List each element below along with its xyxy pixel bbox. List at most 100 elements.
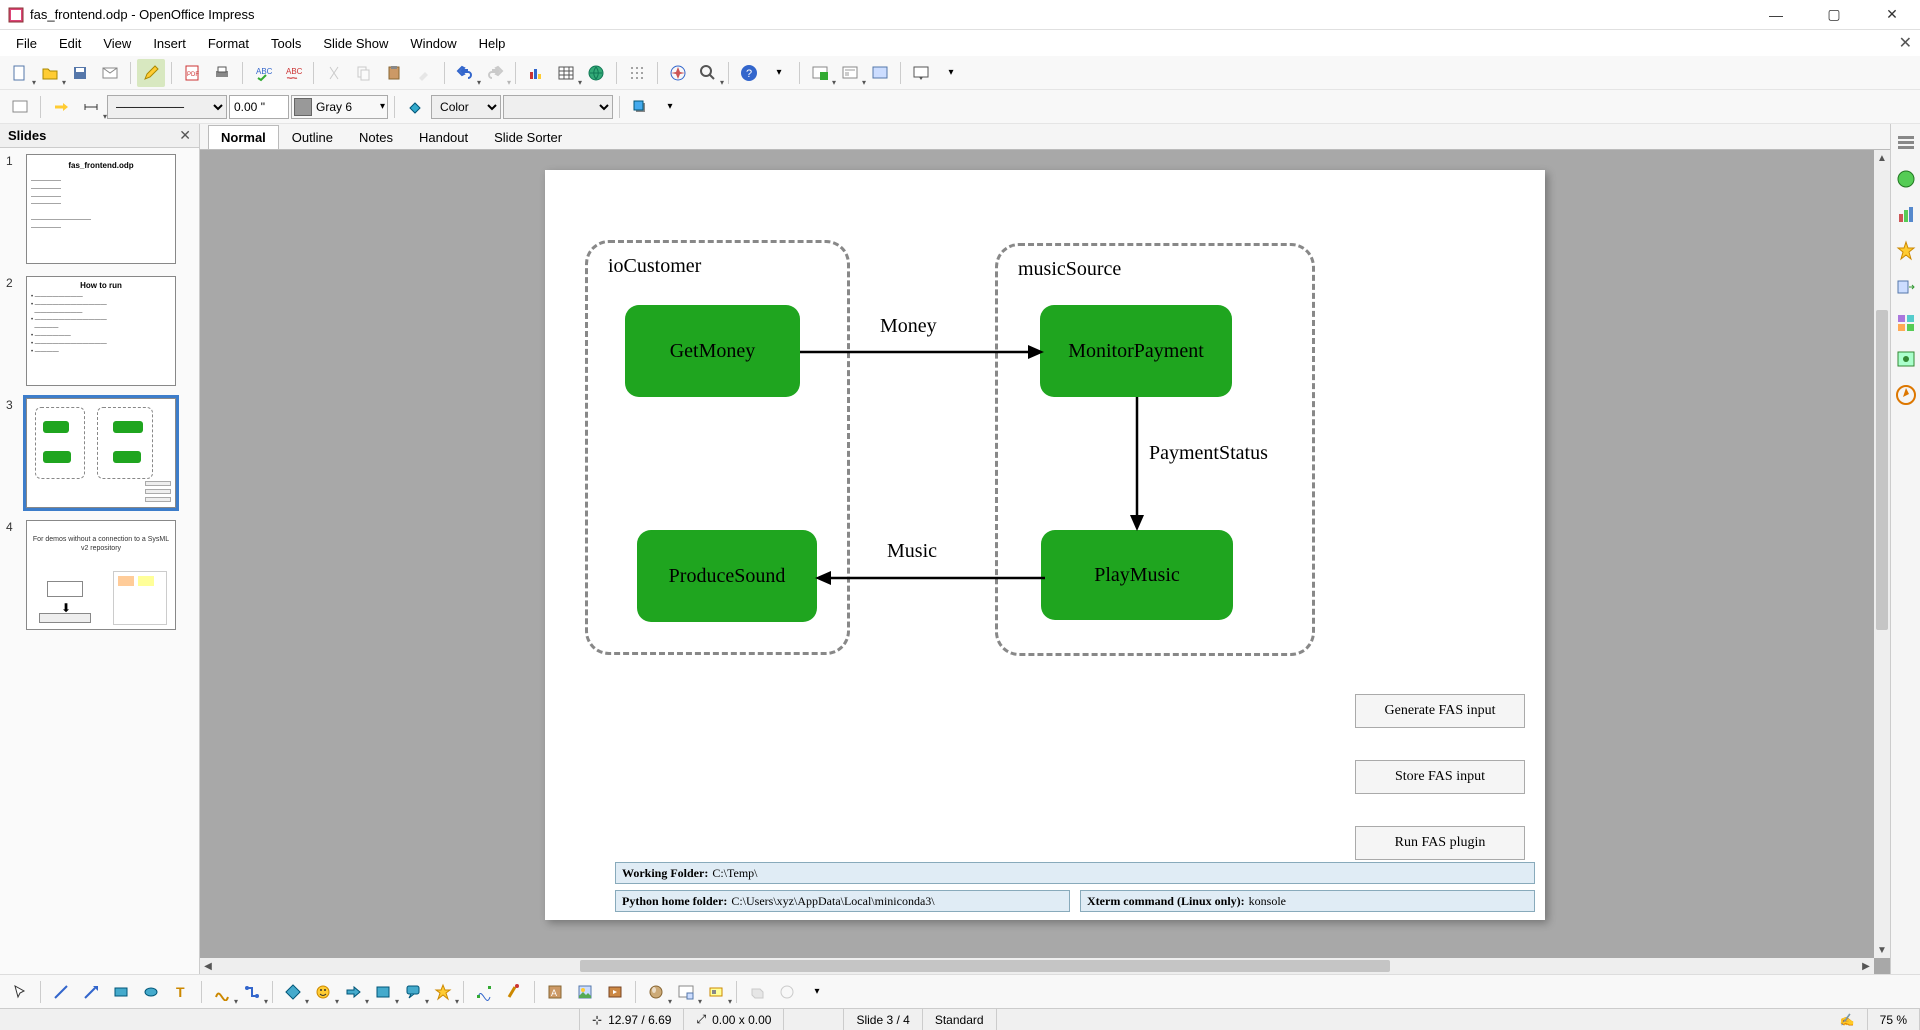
3d-objects-tool[interactable] — [642, 978, 670, 1006]
horizontal-scrollbar[interactable]: ◀ ▶ — [200, 958, 1874, 974]
hyperlink-button[interactable] — [582, 59, 610, 87]
line-tool[interactable] — [47, 978, 75, 1006]
slide-thumb-4[interactable]: For demos without a connection to a SysM… — [26, 520, 176, 630]
menu-edit[interactable]: Edit — [49, 33, 91, 54]
menu-file[interactable]: File — [6, 33, 47, 54]
scroll-thumb[interactable] — [580, 960, 1390, 972]
toolbar2-overflow[interactable]: ▾ — [656, 93, 684, 121]
slide-thumb-1[interactable]: fas_frontend.odp ———————————————————————… — [26, 154, 176, 264]
minimize-button[interactable]: ― — [1756, 3, 1796, 27]
undo-button[interactable] — [451, 59, 479, 87]
arrow-style-button[interactable] — [6, 93, 34, 121]
node-producesound[interactable]: ProduceSound — [637, 530, 817, 622]
line-color-dropdown[interactable]: ▾ — [380, 101, 385, 112]
fill-mode-select[interactable]: Color — [431, 95, 501, 119]
toolbar-overflow2[interactable]: ▾ — [937, 59, 965, 87]
curve-tool[interactable] — [208, 978, 236, 1006]
tab-notes[interactable]: Notes — [346, 125, 406, 149]
gluepoints-tool[interactable] — [500, 978, 528, 1006]
tab-normal[interactable]: Normal — [208, 125, 279, 149]
tab-handout[interactable]: Handout — [406, 125, 481, 149]
save-button[interactable] — [66, 59, 94, 87]
block-arrows-tool[interactable] — [339, 978, 367, 1006]
fill-color-select[interactable] — [503, 95, 613, 119]
rectangle-tool[interactable] — [107, 978, 135, 1006]
slide-transition-icon[interactable] — [1895, 276, 1917, 298]
interaction-tool[interactable] — [773, 978, 801, 1006]
symbol-shapes-tool[interactable] — [309, 978, 337, 1006]
basic-shapes-tool[interactable] — [279, 978, 307, 1006]
slides-panel-close[interactable]: ✕ — [179, 127, 191, 144]
generate-fas-button[interactable]: Generate FAS input — [1355, 694, 1525, 728]
paste-button[interactable] — [380, 59, 408, 87]
menu-slideshow[interactable]: Slide Show — [313, 33, 398, 54]
slide-layout-button[interactable] — [836, 59, 864, 87]
properties-icon[interactable] — [1895, 132, 1917, 154]
gallery-icon[interactable] — [1895, 168, 1917, 190]
store-fas-button[interactable]: Store FAS input — [1355, 760, 1525, 794]
arrow-ends-button[interactable] — [77, 93, 105, 121]
slide-page[interactable]: ioCustomer musicSource GetMoney MonitorP… — [545, 170, 1545, 920]
table-button[interactable] — [552, 59, 580, 87]
bottombar-overflow[interactable]: ▾ — [803, 978, 831, 1006]
connector-tool[interactable] — [238, 978, 266, 1006]
line-endings-button[interactable] — [47, 93, 75, 121]
tab-outline[interactable]: Outline — [279, 125, 346, 149]
from-file-tool[interactable] — [571, 978, 599, 1006]
menu-tools[interactable]: Tools — [261, 33, 311, 54]
node-getmoney[interactable]: GetMoney — [625, 305, 800, 397]
scroll-down-icon[interactable]: ▼ — [1874, 942, 1890, 958]
extrusion-tool[interactable] — [743, 978, 771, 1006]
tab-slide-sorter[interactable]: Slide Sorter — [481, 125, 575, 149]
navigator-button[interactable] — [664, 59, 692, 87]
zoom-button[interactable] — [694, 59, 722, 87]
document-close-button[interactable]: ✕ — [1899, 33, 1912, 53]
styles-icon[interactable] — [1895, 312, 1917, 334]
redo-button[interactable] — [481, 59, 509, 87]
shadow-button[interactable] — [626, 93, 654, 121]
insert-slide-button[interactable] — [806, 59, 834, 87]
slide-thumb-3[interactable] — [26, 398, 176, 508]
email-button[interactable] — [96, 59, 124, 87]
auto-spellcheck-button[interactable]: ABC — [279, 59, 307, 87]
help-button[interactable]: ? — [735, 59, 763, 87]
scroll-up-icon[interactable]: ▲ — [1874, 150, 1890, 166]
run-fas-button[interactable]: Run FAS plugin — [1355, 826, 1525, 860]
slide-design-button[interactable] — [866, 59, 894, 87]
menu-help[interactable]: Help — [469, 33, 516, 54]
ellipse-tool[interactable] — [137, 978, 165, 1006]
python-home-field[interactable]: Python home folder: C:\Users\xyz\AppData… — [615, 890, 1070, 912]
master-pages-icon[interactable] — [1895, 204, 1917, 226]
xterm-command-field[interactable]: Xterm command (Linux only): konsole — [1080, 890, 1535, 912]
scroll-thumb[interactable] — [1876, 310, 1888, 630]
text-tool[interactable]: T — [167, 978, 195, 1006]
arrow-music[interactable] — [813, 568, 1045, 588]
media-tool[interactable] — [601, 978, 629, 1006]
print-button[interactable] — [208, 59, 236, 87]
arrow-paymentstatus[interactable] — [1127, 397, 1147, 532]
cut-button[interactable] — [320, 59, 348, 87]
export-pdf-button[interactable]: PDF — [178, 59, 206, 87]
callouts-tool[interactable] — [399, 978, 427, 1006]
edit-mode-button[interactable] — [137, 59, 165, 87]
slide-thumb-2[interactable]: How to run • ————————• ———————————— ————… — [26, 276, 176, 386]
fontwork-tool[interactable]: A — [541, 978, 569, 1006]
arrow-money[interactable] — [800, 342, 1045, 362]
menu-insert[interactable]: Insert — [143, 33, 196, 54]
maximize-button[interactable]: ▢ — [1814, 3, 1854, 27]
menu-format[interactable]: Format — [198, 33, 259, 54]
new-button[interactable] — [6, 59, 34, 87]
close-button[interactable]: ✕ — [1872, 3, 1912, 27]
status-zoom[interactable]: 75 % — [1868, 1009, 1920, 1030]
menu-view[interactable]: View — [93, 33, 141, 54]
custom-animation-icon[interactable] — [1895, 240, 1917, 262]
insert-tool[interactable] — [672, 978, 700, 1006]
status-signature[interactable]: ✍ — [1828, 1009, 1868, 1030]
spellcheck-button[interactable]: ABC — [249, 59, 277, 87]
vertical-scrollbar[interactable]: ▲ ▼ — [1874, 150, 1890, 958]
node-playmusic[interactable]: PlayMusic — [1041, 530, 1233, 620]
controls-tool[interactable] — [702, 978, 730, 1006]
select-tool[interactable] — [6, 978, 34, 1006]
line-width-input[interactable] — [229, 95, 289, 119]
start-slideshow-button[interactable] — [907, 59, 935, 87]
